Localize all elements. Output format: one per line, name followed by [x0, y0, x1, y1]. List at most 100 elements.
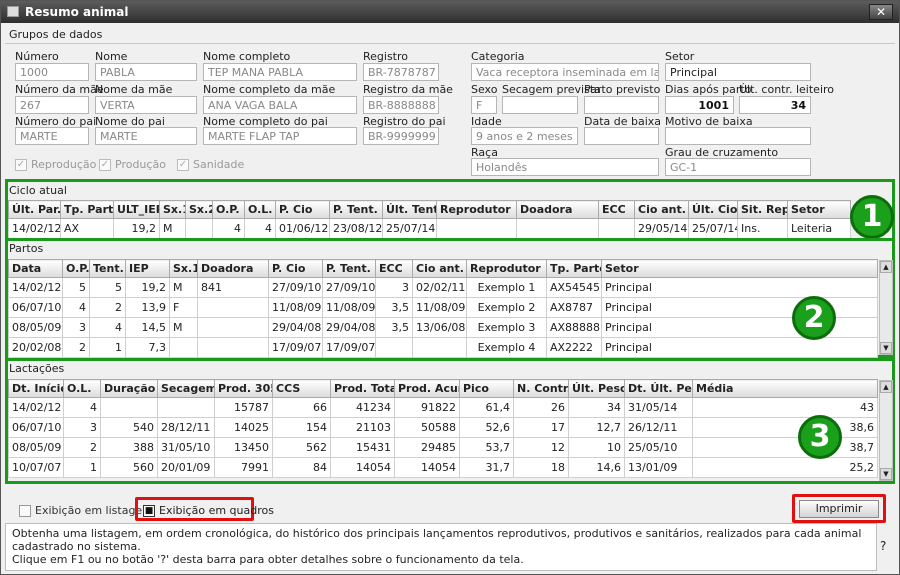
table-row[interactable]: 06/07/10 4 2 13,9 F 11/08/09 11/08/09 3,5 11/08/…	[8, 297, 878, 318]
column-header[interactable]: Setor	[787, 200, 851, 219]
column-header[interactable]: Dt. Últ. Peso	[624, 379, 693, 398]
data-baixa-field[interactable]	[584, 127, 659, 145]
table-row[interactable]: 14/02/12 5 5 19,2 M 841 27/09/10 27/09/10 3 02/02…	[8, 277, 878, 298]
nome-pai-field[interactable]: MARTE	[95, 127, 197, 145]
scroll-down-icon[interactable]: ▼	[880, 342, 892, 354]
scroll-up-icon[interactable]: ▲	[880, 381, 892, 393]
table-row[interactable]: 10/07/07 1 560 20/01/09 7991 84 14054 14054 31,7…	[8, 457, 878, 478]
idade-field[interactable]: 9 anos e 2 meses	[471, 127, 578, 145]
numero-pai-field[interactable]: MARTE	[15, 127, 89, 145]
table-cell: 29/04/08	[268, 317, 323, 338]
dias-apos-parto-field[interactable]: 1001	[665, 96, 734, 114]
column-header[interactable]: P. Cio	[268, 259, 323, 278]
nome-field[interactable]: PABLA	[95, 63, 197, 81]
column-header[interactable]: Tent.	[89, 259, 126, 278]
column-header[interactable]: Doadora	[197, 259, 269, 278]
exibicao-quadros-checkbox[interactable]: ■ Exibição em quadros	[143, 504, 274, 517]
registro-field[interactable]: BR-7878787	[363, 63, 439, 81]
table-cell: M	[169, 317, 198, 338]
column-header[interactable]: P. Cio	[275, 200, 330, 219]
column-header[interactable]: Últ. Tent.	[382, 200, 437, 219]
registro-pai-field[interactable]: BR-9999999	[363, 127, 439, 145]
numero-mae-field[interactable]: 267	[15, 96, 89, 114]
close-button[interactable]: ✕	[869, 4, 893, 20]
column-header[interactable]: Tp. Parto	[60, 200, 114, 219]
exibicao-quadros-label: Exibição em quadros	[159, 504, 274, 517]
column-header[interactable]: Secagem	[157, 379, 215, 398]
column-header[interactable]: Prod. Acum.	[394, 379, 460, 398]
numero-field[interactable]: 1000	[15, 63, 89, 81]
column-header[interactable]: Reprodutor	[436, 200, 517, 219]
column-header[interactable]: Sit. Rep.	[737, 200, 788, 219]
nome-completo-field[interactable]: TEP MANA PABLA	[203, 63, 357, 81]
column-header[interactable]: Prod. 305	[214, 379, 273, 398]
producao-checkbox[interactable]: ✓ Produção	[99, 158, 166, 171]
partos-scrollbar[interactable]: ▲ ▼	[879, 260, 893, 355]
setor-field[interactable]: Principal	[665, 63, 811, 81]
help-button[interactable]: ?	[880, 539, 886, 553]
column-header[interactable]: Últ. Par.	[8, 200, 61, 219]
column-header[interactable]: Média	[692, 379, 878, 398]
lactacoes-scrollbar[interactable]: ▲ ▼	[879, 380, 893, 481]
scroll-up-icon[interactable]: ▲	[880, 261, 892, 273]
column-header[interactable]: Doadora	[516, 200, 599, 219]
table-row[interactable]: 08/05/09 2 388 31/05/10 13450 562 15431 29485 53…	[8, 437, 878, 458]
sanidade-checkbox[interactable]: ✓ Sanidade	[177, 158, 244, 171]
table-cell: 1	[63, 457, 101, 478]
reproducao-checkbox[interactable]: ✓ Reprodução	[15, 158, 96, 171]
parto-previsto-field[interactable]	[584, 96, 659, 114]
nome-completo-pai-field[interactable]: MARTE FLAP TAP	[203, 127, 357, 145]
grau-cruzamento-field[interactable]: GC-1	[665, 158, 811, 176]
raca-field[interactable]: Holandês	[471, 158, 659, 176]
column-header[interactable]: IEP	[125, 259, 170, 278]
nome-mae-field[interactable]: VERTA	[95, 96, 197, 114]
exibicao-listagem-checkbox[interactable]: Exibição em listagem	[19, 504, 153, 517]
scroll-down-icon[interactable]: ▼	[880, 468, 892, 480]
column-header[interactable]: Sx.1	[169, 259, 198, 278]
column-header[interactable]: Cio ant.	[634, 200, 689, 219]
column-header[interactable]: Tp. Parto	[546, 259, 602, 278]
column-header[interactable]: Cio ant.	[412, 259, 467, 278]
column-header[interactable]: Reprodutor	[466, 259, 547, 278]
column-header[interactable]: Sx.2	[185, 200, 213, 219]
registro-mae-field[interactable]: BR-8888888	[363, 96, 439, 114]
table-row[interactable]: 06/07/10 3 540 28/12/11 14025 154 21103 50588 52…	[8, 417, 878, 438]
column-header[interactable]: Dt. Início	[8, 379, 64, 398]
column-header[interactable]: Data	[8, 259, 63, 278]
nome-completo-mae-field[interactable]: ANA VAGA BALA	[203, 96, 357, 114]
categoria-field[interactable]: Vaca receptora inseminada em lactação	[471, 63, 659, 81]
column-header[interactable]: O.L.	[63, 379, 101, 398]
column-header[interactable]: Prod. Total	[330, 379, 395, 398]
table-cell: M	[159, 218, 186, 239]
table-cell: 3,5	[375, 297, 413, 318]
column-header[interactable]: Duração	[100, 379, 158, 398]
column-header[interactable]: ULT_IEP	[113, 200, 160, 219]
motivo-baixa-field[interactable]	[665, 127, 811, 145]
column-header[interactable]: Pico	[459, 379, 514, 398]
column-header[interactable]: ECC	[375, 259, 413, 278]
table-row[interactable]: 08/05/09 3 4 14,5 M 29/04/08 29/04/08 3,5 13/06/…	[8, 317, 878, 338]
column-header[interactable]: ECC	[598, 200, 635, 219]
table-cell: 13/01/09	[624, 457, 693, 478]
column-header[interactable]: O.P.	[212, 200, 245, 219]
column-header[interactable]: Sx.1	[159, 200, 186, 219]
table-cell: 20/02/08	[8, 337, 63, 358]
column-header[interactable]: Setor	[601, 259, 878, 278]
column-header[interactable]: P. Tent.	[322, 259, 376, 278]
column-header[interactable]: Últ. Peso	[568, 379, 625, 398]
table-row[interactable]: 14/02/12 AX 19,2 M 4 4 01/06/12 23/08/12 25/07/1…	[8, 218, 851, 239]
imprimir-button[interactable]: Imprimir	[799, 500, 879, 518]
column-header[interactable]: P. Tent.	[329, 200, 383, 219]
table-row[interactable]: 20/02/08 2 1 7,3 17/09/07 17/09/07 Exemplo 4 AX…	[8, 337, 878, 358]
table-row[interactable]: 14/02/12 4 15787 66 41234 91822 61,4 26 34 31/05/…	[8, 397, 878, 418]
column-header[interactable]: O.P.	[62, 259, 90, 278]
sexo-field[interactable]: F	[471, 96, 497, 114]
help-line-1: Obtenha uma listagem, em ordem cronológi…	[12, 527, 862, 553]
secagem-prevista-field[interactable]	[502, 96, 578, 114]
column-header[interactable]: N. Contr.	[513, 379, 569, 398]
ult-contr-leiteiro-field[interactable]: 34	[739, 96, 811, 114]
column-header[interactable]: O.L.	[244, 200, 276, 219]
table-cell: 25/07/14	[688, 218, 738, 239]
column-header[interactable]: CCS	[272, 379, 331, 398]
column-header[interactable]: Últ. Cio	[688, 200, 738, 219]
